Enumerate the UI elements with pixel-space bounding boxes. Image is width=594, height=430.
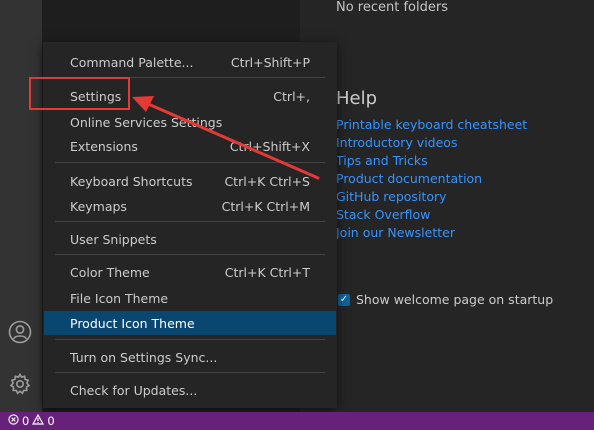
menu-separator xyxy=(55,254,325,255)
gear-icon[interactable] xyxy=(5,369,35,399)
link-tips-and-tricks[interactable]: Tips and Tricks xyxy=(336,152,527,170)
link-introductory-videos[interactable]: Introductory videos xyxy=(336,134,527,152)
recent-folders-text: No recent folders xyxy=(336,0,448,15)
error-count: 0 xyxy=(22,414,30,428)
menu-item-label: Turn on Settings Sync... xyxy=(70,349,218,365)
menu-item-shortcut: Ctrl+Shift+X xyxy=(229,138,310,154)
help-heading: Help xyxy=(336,88,378,109)
welcome-page: No recent folders Help Printable keyboar… xyxy=(300,0,594,412)
menu-item-settings-sync[interactable]: Turn on Settings Sync... xyxy=(44,345,336,369)
vscode-window: No recent folders Help Printable keyboar… xyxy=(0,0,594,430)
menu-item-command-palette[interactable]: Command Palette... Ctrl+Shift+P xyxy=(44,50,336,74)
menu-item-label: Command Palette... xyxy=(70,54,194,70)
activity-bar xyxy=(0,0,42,412)
show-on-startup-checkbox[interactable]: ✓ xyxy=(338,293,350,306)
menu-item-online-services-settings[interactable]: Online Services Settings xyxy=(44,110,336,134)
warning-icon xyxy=(32,413,45,428)
menu-item-label: Check for Updates... xyxy=(70,382,198,398)
menu-separator xyxy=(55,339,325,340)
account-icon[interactable] xyxy=(5,317,35,347)
menu-item-label: Extensions xyxy=(70,138,138,154)
help-links: Printable keyboard cheatsheet Introducto… xyxy=(336,116,527,242)
error-icon xyxy=(8,414,19,428)
menu-item-label: User Snippets xyxy=(70,231,157,247)
status-bar: 0 0 xyxy=(0,412,594,430)
menu-item-label: Keymaps xyxy=(70,198,127,214)
menu-item-label: Online Services Settings xyxy=(70,114,223,130)
menu-item-user-snippets[interactable]: User Snippets xyxy=(44,227,336,251)
link-product-documentation[interactable]: Product documentation xyxy=(336,170,527,188)
menu-item-label: File Icon Theme xyxy=(70,290,169,306)
menu-item-keymaps[interactable]: Keymaps Ctrl+K Ctrl+M xyxy=(44,194,336,218)
menu-item-shortcut: Ctrl+, xyxy=(273,88,310,104)
menu-item-file-icon-theme[interactable]: File Icon Theme xyxy=(44,286,336,310)
menu-item-color-theme[interactable]: Color Theme Ctrl+K Ctrl+T xyxy=(44,260,336,284)
link-stack-overflow[interactable]: Stack Overflow xyxy=(336,206,527,224)
menu-item-check-for-updates[interactable]: Check for Updates... xyxy=(44,378,336,402)
menu-item-label: Product Icon Theme xyxy=(70,315,195,331)
menu-separator xyxy=(55,372,325,373)
menu-item-extensions[interactable]: Extensions Ctrl+Shift+X xyxy=(44,134,336,158)
link-newsletter[interactable]: Join our Newsletter xyxy=(336,224,527,242)
problems-indicator[interactable]: 0 0 xyxy=(8,413,55,428)
warning-count: 0 xyxy=(47,414,55,428)
menu-item-label: Color Theme xyxy=(70,264,150,280)
menu-item-shortcut: Ctrl+Shift+P xyxy=(230,54,310,70)
settings-highlight-box xyxy=(29,77,130,110)
menu-separator xyxy=(55,162,325,163)
link-github-repository[interactable]: GitHub repository xyxy=(336,188,527,206)
show-on-startup-label: Show welcome page on startup xyxy=(356,292,554,307)
menu-separator xyxy=(55,221,325,222)
menu-item-shortcut: Ctrl+K Ctrl+S xyxy=(224,173,310,189)
show-on-startup-row: ✓ Show welcome page on startup xyxy=(338,292,553,307)
menu-item-keyboard-shortcuts[interactable]: Keyboard Shortcuts Ctrl+K Ctrl+S xyxy=(44,169,336,193)
menu-item-product-icon-theme[interactable]: Product Icon Theme xyxy=(44,311,336,335)
menu-item-shortcut: Ctrl+K Ctrl+M xyxy=(221,198,310,214)
menu-item-shortcut: Ctrl+K Ctrl+T xyxy=(224,264,310,280)
menu-item-label: Keyboard Shortcuts xyxy=(70,173,193,189)
link-keyboard-cheatsheet[interactable]: Printable keyboard cheatsheet xyxy=(336,116,527,134)
